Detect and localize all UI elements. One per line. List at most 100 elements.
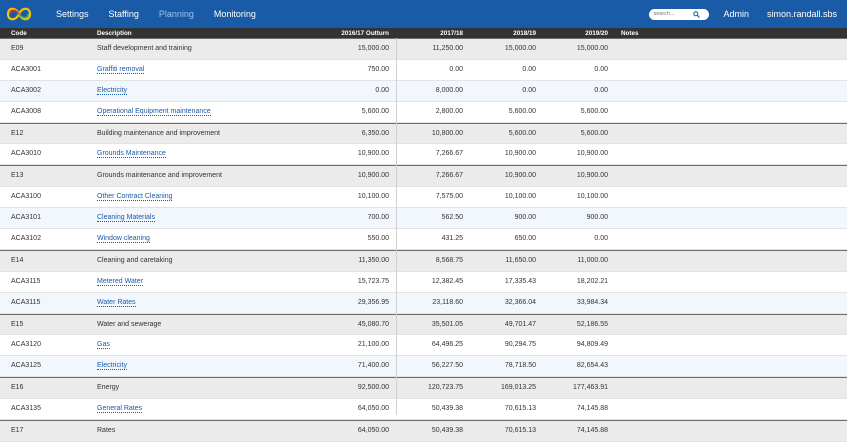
cell-2019-20: 15,000.00 <box>576 45 608 52</box>
cell-2018-19: 10,900.00 <box>504 150 536 158</box>
cell-2017-18: 64,496.25 <box>431 341 463 349</box>
cell-description[interactable]: Graffiti removal <box>97 66 145 74</box>
cell-2019-20: 10,900.00 <box>576 172 608 180</box>
cell-2018-19: 169,013.25 <box>500 384 536 392</box>
table-row: ACA3002 Electricity 0.00 8,000.00 0.00 0.00 <box>0 80 847 102</box>
nav-settings[interactable]: Settings <box>56 9 89 19</box>
app-logo[interactable] <box>6 0 34 28</box>
nav-staffing[interactable]: Staffing <box>109 9 139 19</box>
cell-2018-19: 10,900.00 <box>504 172 536 180</box>
cell-description[interactable]: Electricity <box>97 87 127 95</box>
cell-description[interactable]: Window cleaning <box>97 235 150 244</box>
cell-2018-19: 5,600.00 <box>508 129 536 137</box>
cell-2019-20: 10,100.00 <box>576 193 608 201</box>
cell-2016-17: 15,723.75 <box>357 277 389 285</box>
cell-2017-18: 50,439.38 <box>431 405 463 413</box>
table-row: ACA3100 Other Contract Cleaning 10,100.00 7… <box>0 187 847 209</box>
cell-2016-17: 92,500.00 <box>357 384 389 392</box>
cell-2017-18: 56,227.50 <box>431 362 463 370</box>
table-row: ACA3008 Operational Equipment maintenance… <box>0 102 847 123</box>
cell-2018-19: 78,718.50 <box>504 362 536 370</box>
cell-description[interactable]: Operational Equipment maintenance <box>97 108 211 116</box>
header-2019-20[interactable]: 2019/20 <box>585 30 608 37</box>
table-row: ACA3135 General Rates 64,050.00 50,439.38 70… <box>0 399 847 421</box>
header-notes[interactable]: Notes <box>621 30 639 37</box>
header-2017-18[interactable]: 2017/18 <box>440 30 463 37</box>
cell-description: Cleaning and caretaking <box>97 256 173 264</box>
cell-2016-17: 71,400.00 <box>357 362 389 370</box>
header-code[interactable]: Code <box>11 30 27 37</box>
cell-2017-18: 120,723.75 <box>427 384 463 392</box>
cell-2017-18: 10,800.00 <box>431 129 463 137</box>
cell-description[interactable]: Cleaning Materials <box>97 214 155 223</box>
admin-link[interactable]: Admin <box>723 9 749 19</box>
cell-description[interactable]: Grounds Maintenance <box>97 150 166 159</box>
header-2016-17-outturn[interactable]: 2016/17 Outturn <box>341 30 389 37</box>
cell-2016-17: 11,350.00 <box>358 256 389 264</box>
cell-2018-19: 5,600.00 <box>508 107 536 115</box>
table-row: ACA3101 Cleaning Materials 700.00 562.50 900… <box>0 208 847 230</box>
cell-2016-17: 5,600.00 <box>361 107 389 115</box>
cell-description[interactable]: Metered Water <box>97 278 144 286</box>
cell-description[interactable]: Gas <box>97 341 110 350</box>
search-box <box>649 8 710 20</box>
cell-2016-17: 0.00 <box>375 86 389 94</box>
cell-2017-18: 0.00 <box>449 65 463 73</box>
cell-code: ACA3008 <box>11 107 41 115</box>
cell-2017-18: 11,250.00 <box>432 45 463 52</box>
cell-description[interactable]: Water Rates <box>97 299 136 307</box>
cell-2018-19: 650.00 <box>514 235 536 243</box>
cell-code: ACA3115 <box>11 277 41 285</box>
cell-2017-18: 431.25 <box>441 235 463 243</box>
cell-code: E16 <box>11 384 24 392</box>
cell-code: ACA3102 <box>11 235 41 243</box>
cell-2016-17: 64,050.00 <box>357 405 389 413</box>
cell-2016-17: 10,900.00 <box>357 150 389 158</box>
cell-description: Building maintenance and improvement <box>97 129 220 137</box>
cell-2017-18: 12,382.45 <box>431 277 463 285</box>
cell-2019-20: 18,202.21 <box>576 277 608 285</box>
cell-code: ACA3120 <box>11 341 41 349</box>
table-row: ACA3115 Water Rates 29,356.95 23,118.60 32,3… <box>0 292 847 314</box>
cell-2016-17: 10,900.00 <box>357 172 389 180</box>
table-header: Code Description 2016/17 Outturn 2017/18… <box>0 28 847 38</box>
cell-2017-18: 8,568.75 <box>435 256 463 264</box>
cell-description[interactable]: Electricity <box>97 362 127 371</box>
cell-2017-18: 50,439.38 <box>431 427 463 435</box>
cell-2018-19: 0.00 <box>522 65 536 73</box>
cell-2018-19: 15,000.00 <box>504 45 536 52</box>
cell-description[interactable]: General Rates <box>97 405 143 414</box>
cell-code: ACA3001 <box>11 65 41 73</box>
cell-2018-19: 17,335.43 <box>504 277 536 285</box>
cell-2016-17: 10,100.00 <box>357 193 389 201</box>
cell-2016-17: 29,356.95 <box>357 298 389 306</box>
cell-code: E17 <box>11 427 24 435</box>
cell-code: E09 <box>11 45 24 52</box>
cell-code: E14 <box>11 256 24 264</box>
search-input[interactable] <box>653 11 694 17</box>
cell-code: ACA3101 <box>11 214 41 222</box>
cell-2018-19: 49,701.47 <box>504 320 536 328</box>
header-2018-19[interactable]: 2018/19 <box>513 30 536 37</box>
header-description[interactable]: Description <box>97 30 132 37</box>
table-row: ACA3102 Window cleaning 550.00 431.25 650.00… <box>0 229 847 250</box>
table-group-row: E14 Cleaning and caretaking 11,350.00 8,568… <box>0 249 847 272</box>
table-row: ACA3115 Metered Water 15,723.75 12,382.45 17… <box>0 272 847 293</box>
nav-monitoring[interactable]: Monitoring <box>214 9 256 19</box>
search-icon[interactable] <box>693 10 701 18</box>
cell-2019-20: 5,600.00 <box>580 129 608 137</box>
table-group-row: E16 Energy 92,500.00 120,723.75 169,013.25 17… <box>0 377 847 400</box>
cell-2019-20: 177,463.91 <box>572 384 608 392</box>
table-group-row: E15 Water and sewerage 45,080.70 35,501.05 4… <box>0 313 847 336</box>
table-group-row: E12 Building maintenance and improvement 6… <box>0 122 847 145</box>
cell-code: ACA3125 <box>11 362 41 370</box>
table-row: ACA3010 Grounds Maintenance 10,900.00 7,266… <box>0 144 847 166</box>
table-row: ACA3001 Graffiti removal 750.00 0.00 0.00 0.0… <box>0 60 847 81</box>
table-row: ACA3125 Electricity 71,400.00 56,227.50 78,7… <box>0 356 847 378</box>
table-group-row: E13 Grounds maintenance and improvement 10… <box>0 165 847 188</box>
nav-planning[interactable]: Planning <box>159 9 194 19</box>
cell-2019-20: 0.00 <box>594 86 608 94</box>
cell-2019-20: 11,000.00 <box>577 256 608 264</box>
user-menu[interactable]: simon.randall.sbs <box>767 9 837 19</box>
cell-description[interactable]: Other Contract Cleaning <box>97 193 173 202</box>
